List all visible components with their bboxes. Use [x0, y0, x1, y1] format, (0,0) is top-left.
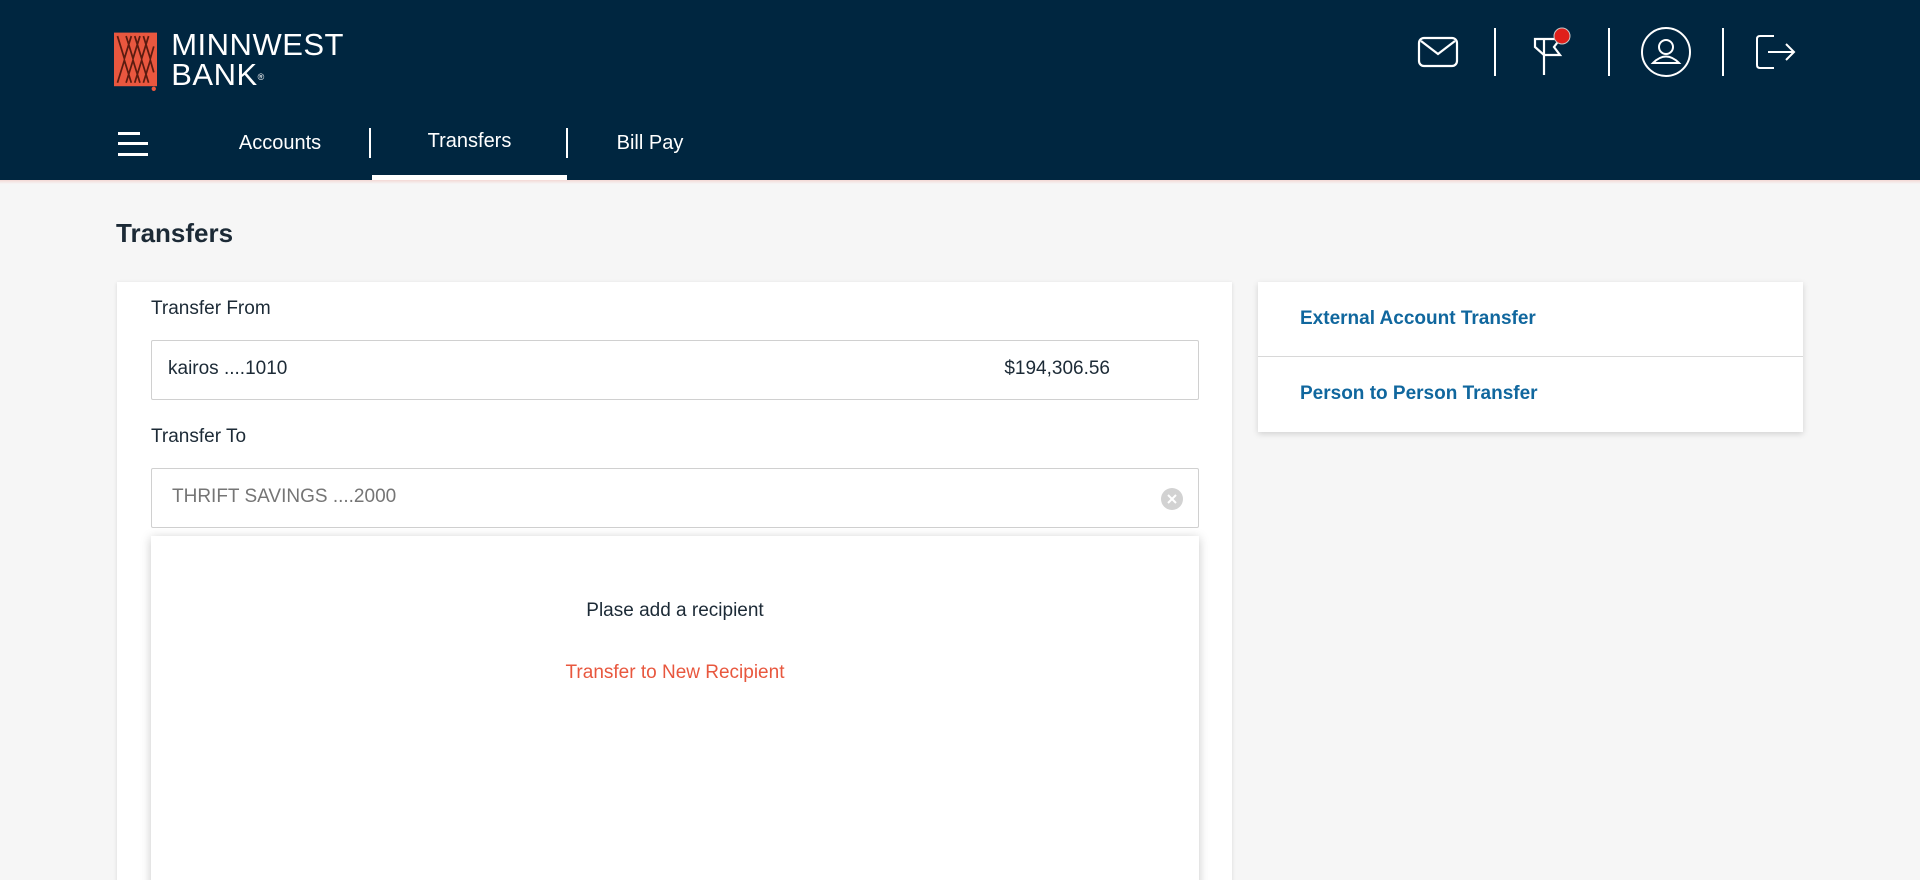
transfer-options-card: External Account Transfer Person to Pers… [1258, 282, 1803, 432]
transfer-form-card: Transfer From kairos ....1010 $194,306.5… [117, 282, 1232, 880]
profile-button[interactable] [1636, 22, 1696, 82]
menu-icon[interactable] [118, 130, 152, 158]
new-recipient-link[interactable]: Transfer to New Recipient [151, 662, 1199, 684]
nav-accounts[interactable]: Accounts [220, 120, 340, 180]
logo-name-line2: BANK® [171, 57, 265, 92]
transfer-to-label: Transfer To [151, 426, 247, 447]
recipient-dropdown: Plase add a recipient Transfer to New Re… [151, 536, 1199, 880]
mail-icon [1417, 36, 1459, 68]
transfer-from-label: Transfer From [151, 298, 271, 319]
header-shadow [0, 180, 1920, 184]
user-circle-icon [1641, 27, 1691, 77]
logout-icon [1756, 35, 1796, 69]
top-header: MINNWEST BANK® Accounts Transfers Bill P… [0, 0, 1920, 180]
nav-divider [566, 128, 568, 158]
external-account-transfer-link[interactable]: External Account Transfer [1300, 308, 1536, 330]
main-nav: Accounts Transfers Bill Pay [0, 120, 1920, 180]
bank-logo[interactable]: MINNWEST BANK® [114, 28, 344, 100]
from-account-balance: $194,306.56 [1004, 358, 1110, 379]
page-title: Transfers [116, 218, 234, 248]
header-divider [1722, 28, 1724, 76]
mail-button[interactable] [1408, 22, 1468, 82]
person-to-person-transfer-link[interactable]: Person to Person Transfer [1300, 383, 1538, 405]
header-divider [1494, 28, 1496, 76]
logo-mark-icon [114, 32, 158, 91]
nav-bill-pay[interactable]: Bill Pay [590, 120, 710, 180]
header-divider [1608, 28, 1610, 76]
transfer-to-input[interactable] [172, 486, 1072, 508]
clear-icon[interactable] [1160, 487, 1184, 511]
side-divider [1258, 356, 1803, 357]
logout-button[interactable] [1746, 22, 1806, 82]
from-account-name: kairos ....1010 [168, 358, 288, 379]
no-recipient-message: Plase add a recipient [586, 600, 764, 621]
transfer-to-field[interactable] [151, 468, 1199, 528]
transfer-from-select[interactable]: kairos ....1010 $194,306.56 [151, 340, 1199, 400]
alert-badge [1553, 27, 1571, 45]
logo-name-line1: MINNWEST [171, 27, 344, 62]
alerts-button[interactable] [1522, 22, 1582, 82]
flag-icon [1533, 27, 1571, 75]
nav-divider [369, 128, 371, 158]
nav-transfers[interactable]: Transfers [372, 120, 567, 180]
